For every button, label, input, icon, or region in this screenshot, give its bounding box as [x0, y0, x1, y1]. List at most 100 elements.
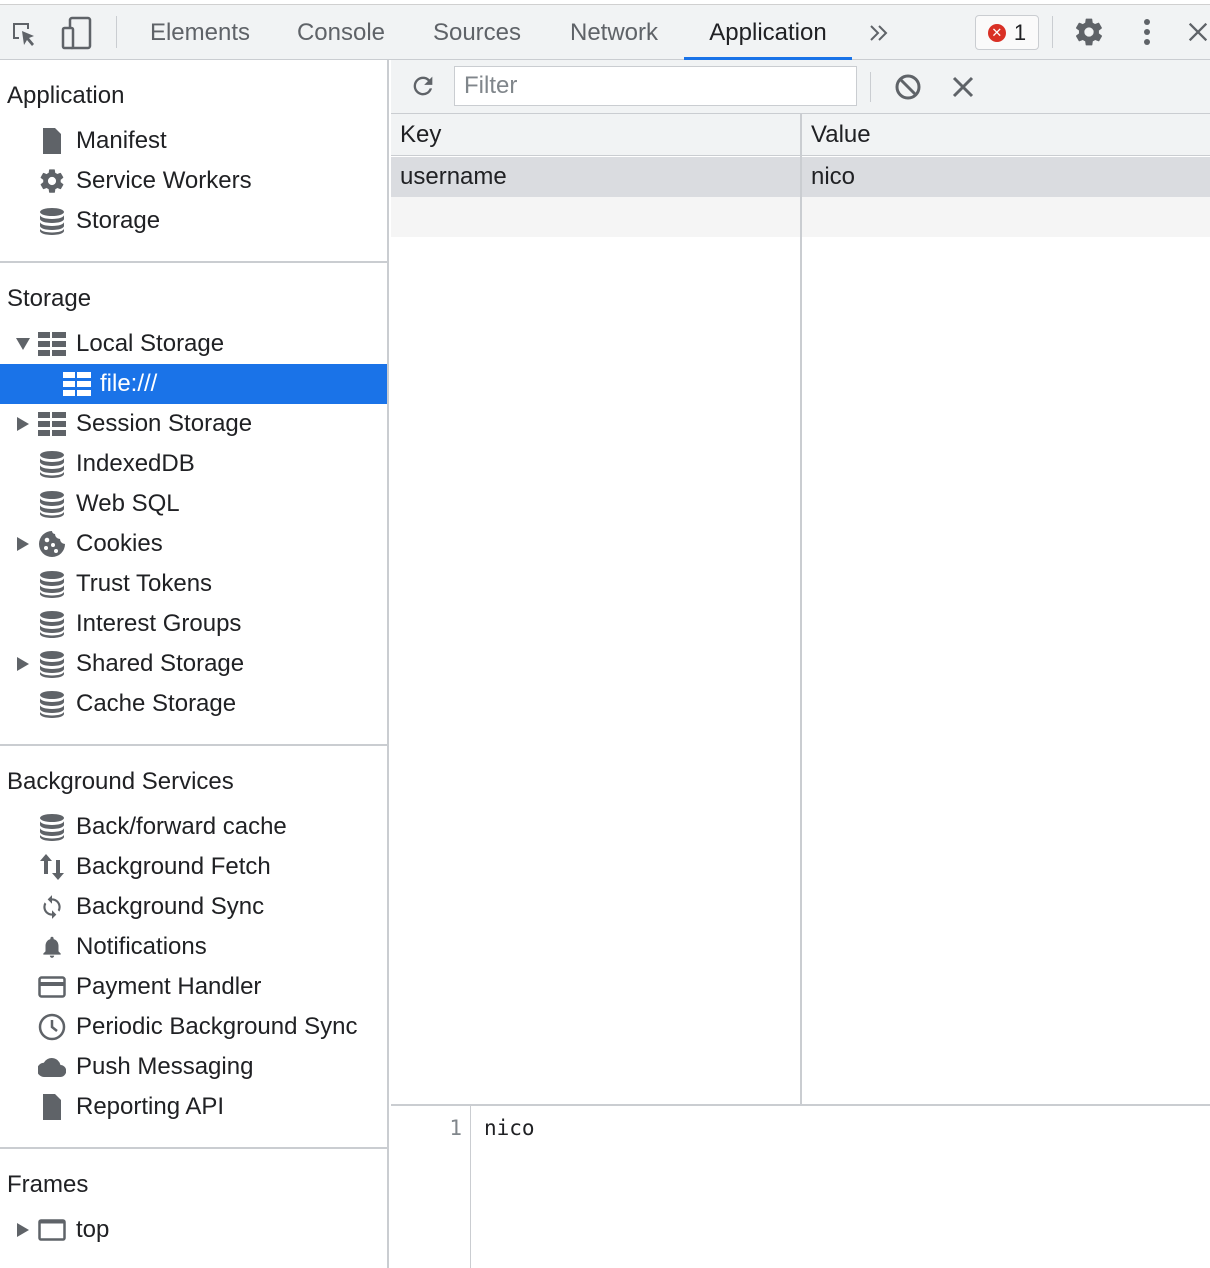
chevron-right-icon[interactable] — [16, 1223, 30, 1237]
chevron-right-icon[interactable] — [16, 537, 30, 551]
document-icon — [38, 1093, 66, 1121]
table-icon — [38, 330, 66, 358]
tab-network[interactable]: Network — [556, 5, 672, 60]
sidebar-item-service-workers[interactable]: Service Workers — [0, 161, 387, 201]
database-icon — [38, 450, 66, 478]
sidebar-item-indexeddb[interactable]: IndexedDB — [0, 444, 387, 484]
sidebar-item-label: Cache Storage — [76, 690, 237, 717]
sidebar-item-reporting-api[interactable]: Reporting API — [0, 1087, 387, 1127]
sidebar-item-label: Payment Handler — [76, 973, 262, 1000]
filter-input[interactable] — [454, 66, 857, 106]
refresh-icon[interactable] — [407, 70, 439, 102]
section-title-background-services: Background Services — [7, 768, 234, 795]
sidebar-item-label: Interest Groups — [76, 610, 242, 637]
database-icon — [38, 813, 66, 841]
sidebar-item-web-sql[interactable]: Web SQL — [0, 484, 387, 524]
sidebar-item-label: Push Messaging — [76, 1053, 254, 1080]
table-icon — [63, 370, 91, 398]
sync-icon — [38, 893, 66, 921]
sidebar-item-background-fetch[interactable]: Background Fetch — [0, 847, 387, 887]
sidebar-item-label: top — [76, 1216, 110, 1243]
sidebar-item-label: Background Sync — [76, 893, 265, 920]
document-icon — [38, 127, 66, 155]
cell-value[interactable]: nico — [802, 157, 1210, 197]
gear-icon — [38, 167, 66, 195]
sidebar: Application Manifest Service Workers Sto… — [0, 60, 389, 1268]
sidebar-item-frame-top[interactable]: top — [0, 1210, 387, 1250]
tab-application[interactable]: Application — [684, 5, 852, 60]
sidebar-item-label: Reporting API — [76, 1093, 225, 1120]
up-down-arrows-icon — [38, 853, 66, 881]
sidebar-item-notifications[interactable]: Notifications — [0, 927, 387, 967]
chevron-right-icon[interactable] — [16, 657, 30, 671]
database-icon — [38, 690, 66, 718]
storage-viewer: Key Value username nico 1 nico — [391, 60, 1210, 1268]
error-icon: ✕ — [987, 23, 1006, 42]
chevron-right-icon[interactable] — [16, 417, 30, 431]
sidebar-item-periodic-background-sync[interactable]: Periodic Background Sync — [0, 1007, 387, 1047]
storage-toolbar — [391, 60, 1210, 114]
cloud-icon — [38, 1053, 66, 1081]
value-preview: 1 nico — [391, 1104, 1210, 1268]
sidebar-item-back-forward-cache[interactable]: Back/forward cache — [0, 807, 387, 847]
toolbar-separator — [870, 72, 871, 102]
sidebar-item-label: Manifest — [76, 127, 167, 154]
sidebar-item-cache-storage[interactable]: Cache Storage — [0, 684, 387, 724]
sidebar-item-manifest[interactable]: Manifest — [0, 121, 387, 161]
tab-console[interactable]: Console — [284, 5, 398, 60]
more-vert-icon[interactable] — [1132, 15, 1162, 49]
sidebar-item-trust-tokens[interactable]: Trust Tokens — [0, 564, 387, 604]
sidebar-item-label: Session Storage — [76, 410, 253, 437]
sidebar-item-local-storage[interactable]: Local Storage — [0, 324, 387, 364]
tab-elements[interactable]: Elements — [138, 5, 262, 60]
sidebar-item-storage[interactable]: Storage — [0, 201, 387, 241]
preview-content[interactable]: nico — [484, 1116, 535, 1140]
line-number-gutter: 1 — [391, 1106, 471, 1268]
column-divider[interactable] — [800, 114, 802, 1104]
sidebar-item-session-storage[interactable]: Session Storage — [0, 404, 387, 444]
error-count-button[interactable]: ✕ 1 — [975, 15, 1039, 50]
storage-data-grid: Key Value username nico — [391, 114, 1210, 1104]
gear-icon[interactable] — [1072, 15, 1106, 49]
sidebar-item-label: Periodic Background Sync — [76, 1013, 358, 1040]
sidebar-item-label: Trust Tokens — [76, 570, 213, 597]
clear-all-icon[interactable] — [892, 71, 924, 103]
sidebar-item-label: Notifications — [76, 933, 207, 960]
sidebar-item-background-sync[interactable]: Background Sync — [0, 887, 387, 927]
sidebar-item-payment-handler[interactable]: Payment Handler — [0, 967, 387, 1007]
more-tabs-icon[interactable] — [864, 18, 894, 48]
close-icon[interactable] — [1186, 18, 1210, 46]
column-header-key[interactable]: Key — [391, 114, 800, 156]
sidebar-item-local-storage-file[interactable]: file:/// — [0, 364, 387, 404]
sidebar-item-cookies[interactable]: Cookies — [0, 524, 387, 564]
frame-icon — [38, 1216, 66, 1244]
toolbar-separator — [116, 16, 117, 48]
section-divider — [0, 1147, 387, 1149]
section-divider — [0, 261, 387, 263]
sidebar-item-label: Back/forward cache — [76, 813, 287, 840]
section-divider — [0, 744, 387, 746]
cell-key[interactable]: username — [391, 157, 800, 197]
bell-icon — [38, 933, 66, 961]
toolbar-separator — [1052, 16, 1053, 48]
sidebar-item-shared-storage[interactable]: Shared Storage — [0, 644, 387, 684]
chevron-down-icon[interactable] — [16, 337, 30, 351]
column-header-value[interactable]: Value — [802, 114, 1210, 156]
table-icon — [38, 410, 66, 438]
database-icon — [38, 610, 66, 638]
section-title-storage: Storage — [7, 285, 92, 312]
sidebar-item-interest-groups[interactable]: Interest Groups — [0, 604, 387, 644]
tab-sources[interactable]: Sources — [420, 5, 534, 60]
database-icon — [38, 490, 66, 518]
database-icon — [38, 570, 66, 598]
section-title-application: Application — [7, 82, 125, 109]
sidebar-item-push-messaging[interactable]: Push Messaging — [0, 1047, 387, 1087]
inspect-element-icon[interactable] — [8, 18, 40, 50]
sidebar-item-label: file:/// — [100, 370, 158, 397]
delete-selected-icon[interactable] — [947, 71, 979, 103]
device-toolbar-icon[interactable] — [60, 16, 94, 50]
sidebar-item-label: Shared Storage — [76, 650, 245, 677]
error-count: 1 — [1013, 19, 1027, 45]
database-icon — [38, 207, 66, 235]
database-icon — [38, 650, 66, 678]
